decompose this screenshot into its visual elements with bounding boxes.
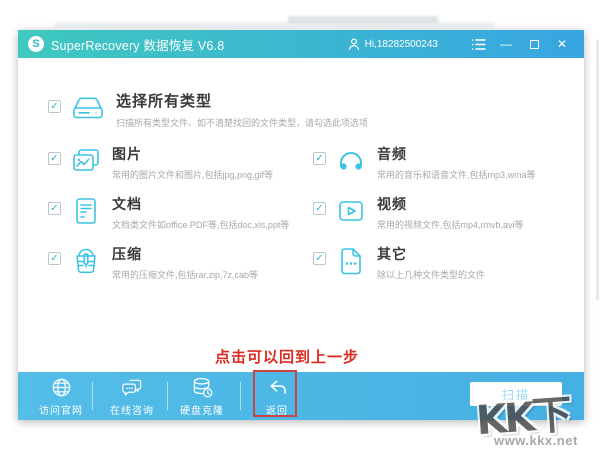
pictures-checkbox[interactable]: ✓ bbox=[48, 152, 61, 165]
title-bar: S SuperRecovery 数据恢复 V6.8 Hi,18282500243 bbox=[18, 30, 584, 58]
check-glyph: ✓ bbox=[315, 202, 324, 214]
select-all-text: 选择所有类型 扫描所有类型文件、如不清楚找回的文件类型，请勾选此项选项 bbox=[116, 90, 368, 129]
audio-icon bbox=[335, 145, 367, 177]
window-title: SuperRecovery 数据恢复 V6.8 bbox=[51, 38, 225, 53]
check-glyph: ✓ bbox=[50, 100, 59, 112]
check-glyph: ✓ bbox=[50, 252, 59, 264]
file-type-text: 其它 除以上几种文件类型的文件 bbox=[377, 244, 485, 281]
back-highlight-box bbox=[253, 370, 297, 417]
file-type-item-other[interactable]: ✓ 其它 除以上几种文件类型的文件 bbox=[313, 244, 485, 281]
minimize-button[interactable]: — bbox=[496, 34, 516, 54]
drive-icon bbox=[70, 92, 106, 122]
select-all-checkbox[interactable]: ✓ bbox=[48, 100, 61, 113]
watermark-site-url: www.kkx.net bbox=[494, 433, 578, 448]
check-glyph: ✓ bbox=[50, 202, 59, 214]
picture-icon bbox=[70, 145, 102, 177]
video-icon bbox=[335, 195, 367, 227]
file-type-desc: 除以上几种文件类型的文件 bbox=[377, 270, 486, 280]
archive-icon bbox=[70, 245, 102, 277]
footer-item-visit-site[interactable]: 访问官网 bbox=[29, 372, 93, 420]
document-icon bbox=[70, 195, 102, 227]
audio-checkbox[interactable]: ✓ bbox=[313, 152, 326, 165]
disk-clone-icon bbox=[191, 376, 214, 400]
file-type-item-pictures[interactable]: ✓ 图片 常用的图片文件和图片,包括jpg,png,gif等 bbox=[48, 144, 273, 181]
footer-item-disk-clone[interactable]: 硬盘克隆 bbox=[170, 372, 234, 420]
file-type-text: 音频 常用的音乐和语音文件,包括mp3,wma等 bbox=[377, 144, 536, 181]
file-type-title: 压缩 bbox=[112, 246, 142, 262]
menu-button[interactable] bbox=[468, 34, 488, 54]
chat-icon bbox=[120, 376, 144, 400]
documents-checkbox[interactable]: ✓ bbox=[48, 202, 61, 215]
file-type-desc: 常用的图片文件和图片,包括jpg,png,gif等 bbox=[112, 170, 274, 180]
select-all-desc: 扫描所有类型文件、如不清楚找回的文件类型，请勾选此项选项 bbox=[116, 118, 369, 128]
file-type-title: 视频 bbox=[377, 196, 407, 212]
file-type-desc: 常用的音乐和语音文件,包括mp3,wma等 bbox=[377, 170, 536, 180]
menu-icon bbox=[471, 38, 486, 50]
file-type-text: 压缩 常用的压缩文件,包括rar,zip,7z,cab等 bbox=[112, 244, 258, 281]
footer-divider bbox=[92, 382, 93, 410]
file-type-title: 音频 bbox=[377, 146, 407, 162]
globe-icon bbox=[50, 376, 73, 400]
app-logo-icon: S bbox=[28, 36, 44, 52]
maximize-button[interactable] bbox=[524, 34, 544, 54]
video-checkbox[interactable]: ✓ bbox=[313, 202, 326, 215]
footer-item-label: 硬盘克隆 bbox=[180, 405, 224, 417]
footer-divider bbox=[240, 382, 241, 410]
file-type-desc: 常用的压缩文件,包括rar,zip,7z,cab等 bbox=[112, 270, 259, 280]
check-glyph: ✓ bbox=[50, 152, 59, 164]
user-icon bbox=[348, 38, 359, 50]
select-all-title: 选择所有类型 bbox=[116, 93, 213, 110]
file-type-text: 文档 文档类文件如office PDF等,包括doc,xls,ppt等 bbox=[112, 194, 289, 231]
other-checkbox[interactable]: ✓ bbox=[313, 252, 326, 265]
maximize-icon bbox=[529, 39, 539, 49]
file-type-item-documents[interactable]: ✓ 文档 文档类文件如office PDF等,包括doc,xls,ppt等 bbox=[48, 194, 289, 231]
file-type-text: 视频 常用的视频文件,包括mp4,rmvb,avi等 bbox=[377, 194, 524, 231]
background-scrollbar-hint bbox=[596, 40, 599, 300]
file-type-title: 其它 bbox=[377, 246, 407, 262]
check-glyph: ✓ bbox=[315, 252, 324, 264]
title-bar-controls: Hi,18282500243 — ✕ bbox=[347, 34, 572, 54]
select-all-item[interactable]: ✓ 选择所有类型 扫描所有类型文件、如不清楚找回的文件类型，请勾选此项选项 bbox=[48, 90, 368, 129]
file-type-desc: 文档类文件如office PDF等,包括doc,xls,ppt等 bbox=[112, 220, 290, 230]
file-type-title: 图片 bbox=[112, 146, 142, 162]
footer-item-label: 在线咨询 bbox=[110, 405, 154, 417]
app-window: S SuperRecovery 数据恢复 V6.8 Hi,18282500243 bbox=[18, 30, 584, 420]
other-file-icon bbox=[335, 245, 367, 277]
user-account[interactable]: Hi,18282500243 bbox=[347, 37, 438, 51]
screen: S SuperRecovery 数据恢复 V6.8 Hi,18282500243 bbox=[0, 0, 600, 450]
check-glyph: ✓ bbox=[315, 152, 324, 164]
footer-item-online-support[interactable]: 在线咨询 bbox=[100, 372, 164, 420]
file-type-item-audio[interactable]: ✓ 音频 常用的音乐和语音文件,包括mp3,wma等 bbox=[313, 144, 536, 181]
user-greeting: Hi,18282500243 bbox=[364, 38, 438, 50]
file-type-title: 文档 bbox=[112, 196, 142, 212]
file-type-desc: 常用的视频文件,包括mp4,rmvb,avi等 bbox=[377, 220, 524, 230]
file-type-text: 图片 常用的图片文件和图片,包括jpg,png,gif等 bbox=[112, 144, 273, 181]
annotation-text: 点击可以回到上一步 bbox=[214, 350, 359, 366]
close-button[interactable]: ✕ bbox=[552, 34, 572, 54]
file-type-item-video[interactable]: ✓ 视频 常用的视频文件,包括mp4,rmvb,avi等 bbox=[313, 194, 524, 231]
background-window-hint bbox=[288, 16, 438, 23]
footer-divider bbox=[167, 382, 168, 410]
footer-item-label: 访问官网 bbox=[39, 405, 83, 417]
archive-checkbox[interactable]: ✓ bbox=[48, 252, 61, 265]
file-type-item-archive[interactable]: ✓ 压缩 常用的压缩文件,包括rar,zip,7z,cab等 bbox=[48, 244, 258, 281]
